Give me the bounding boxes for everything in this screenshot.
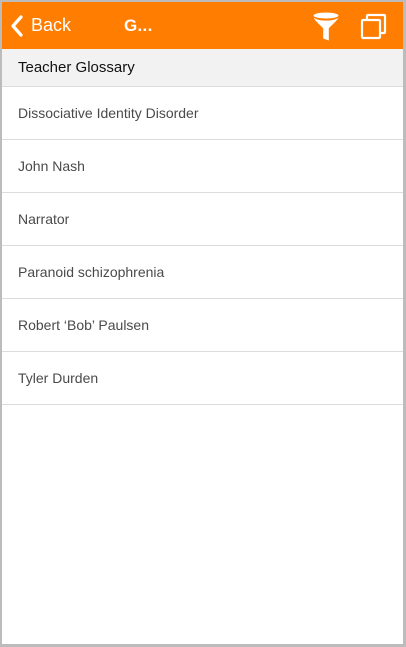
filter-icon [311, 11, 341, 41]
filter-button[interactable] [311, 11, 341, 41]
app-frame: Back G... Teacher Glossary Dissociative … [0, 0, 406, 647]
list-item[interactable]: Robert ‘Bob’ Paulsen [2, 299, 403, 352]
chevron-left-icon [10, 14, 24, 37]
list-item[interactable]: Tyler Durden [2, 352, 403, 405]
copy-button[interactable] [360, 13, 388, 41]
back-label: Back [31, 15, 72, 35]
list-item[interactable]: Dissociative Identity Disorder [2, 87, 403, 140]
list-item[interactable]: Narrator [2, 193, 403, 246]
list-item[interactable]: John Nash [2, 140, 403, 193]
page-title: G... [124, 16, 153, 35]
glossary-list: Dissociative Identity Disorder John Nash… [2, 87, 403, 405]
back-button[interactable]: Back [10, 2, 71, 49]
list-item[interactable]: Paranoid schizophrenia [2, 246, 403, 299]
section-header: Teacher Glossary [2, 49, 403, 87]
nav-bar: Back G... [2, 2, 403, 49]
copy-icon [360, 13, 388, 41]
